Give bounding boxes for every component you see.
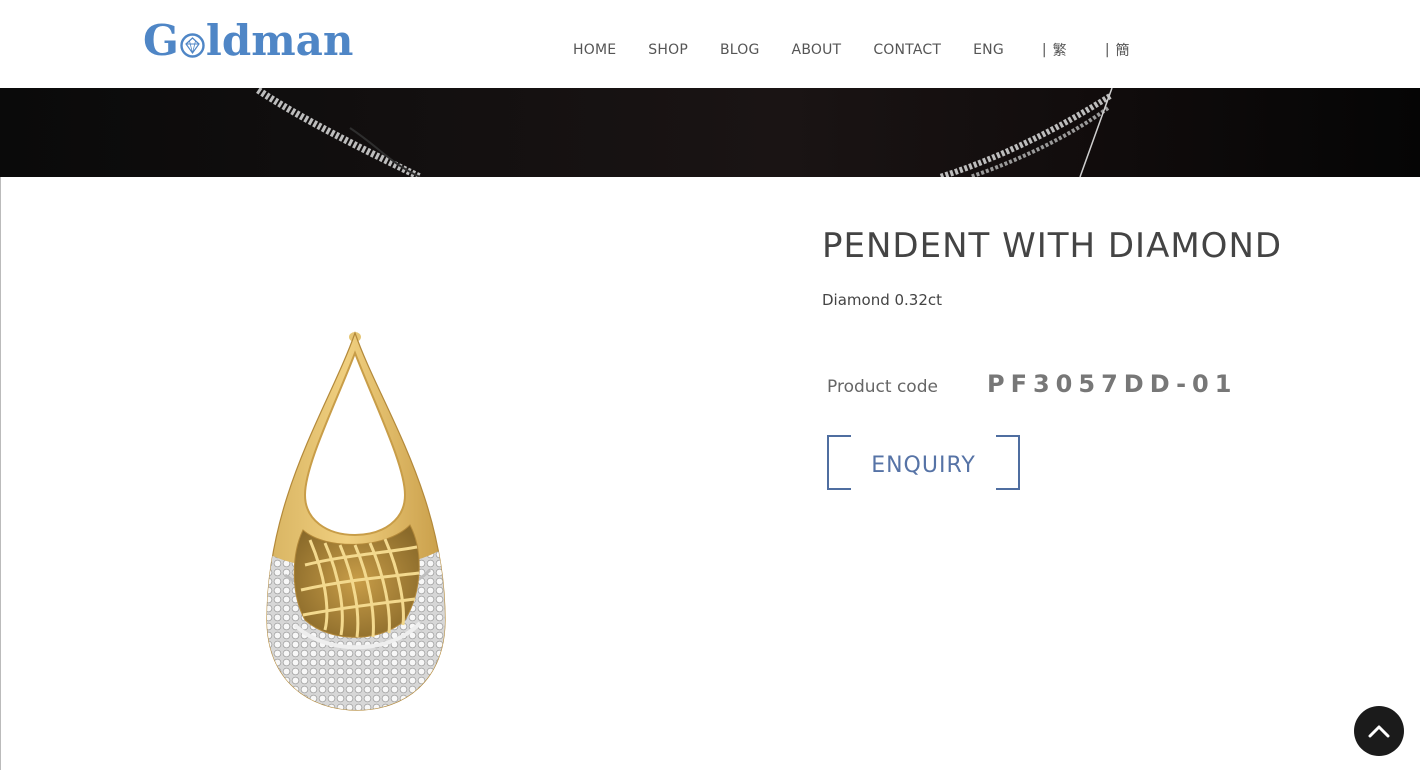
enquiry-button[interactable]: ENQUIRY xyxy=(827,435,1020,490)
lang-separator: | xyxy=(1104,42,1110,58)
lang-simplified-chinese[interactable]: 簡 xyxy=(1116,40,1130,60)
language-switcher: ENG | 繁 | 簡 xyxy=(973,40,1162,60)
nav-blog[interactable]: BLOG xyxy=(720,42,760,58)
product-code-value: PF3057DD-01 xyxy=(987,370,1238,398)
pendant-product-image xyxy=(266,331,446,711)
diamond-icon xyxy=(180,32,205,58)
product-code-label: Product code xyxy=(827,377,938,397)
logo-text-end: ldman xyxy=(205,15,354,65)
nav-about[interactable]: ABOUT xyxy=(792,42,842,58)
nav-home[interactable]: HOME xyxy=(573,42,616,58)
lang-english[interactable]: ENG xyxy=(973,42,1004,58)
back-to-top-button[interactable] xyxy=(1354,706,1404,756)
lang-separator: | xyxy=(1041,42,1047,58)
enquiry-label: ENQUIRY xyxy=(871,453,976,478)
nav-shop[interactable]: SHOP xyxy=(648,42,688,58)
product-title: PENDENT WITH DIAMOND xyxy=(822,226,1283,266)
banner-chain-image xyxy=(0,88,1420,177)
site-header: G ldman HOME SHOP BLOG ABOUT CONTACT ENG… xyxy=(0,0,1420,88)
product-description: Diamond 0.32ct xyxy=(822,291,943,309)
goldman-logo[interactable]: G ldman xyxy=(143,15,354,65)
logo-text-start: G xyxy=(143,15,179,65)
main-nav: HOME SHOP BLOG ABOUT CONTACT ENG | 繁 | 簡 xyxy=(573,40,1162,60)
lang-traditional-chinese[interactable]: 繁 xyxy=(1053,40,1067,60)
chevron-up-icon xyxy=(1368,725,1390,738)
hero-banner xyxy=(0,88,1420,177)
nav-contact[interactable]: CONTACT xyxy=(873,42,941,58)
